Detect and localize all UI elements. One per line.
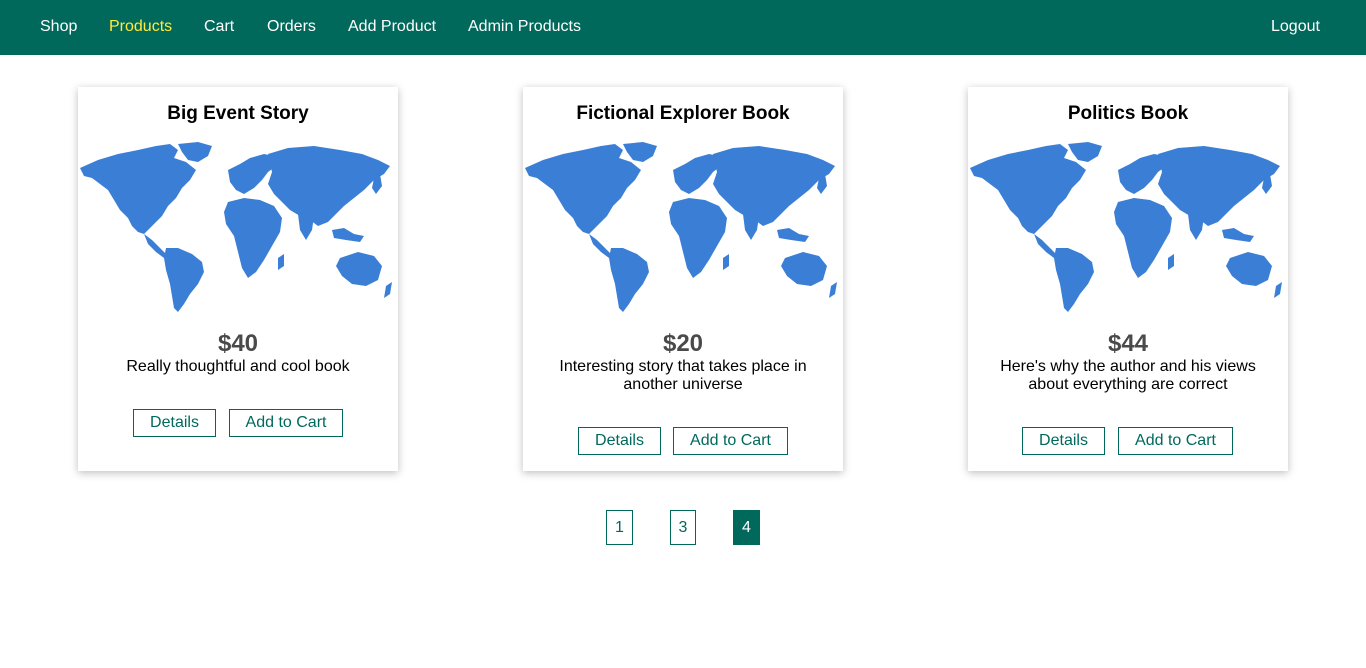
nav-cart[interactable]: Cart: [204, 18, 234, 36]
product-description: Interesting story that takes place in an…: [559, 358, 807, 393]
product-card: Big Event Story $40 Really thoughtful an…: [78, 87, 398, 471]
add-to-cart-button[interactable]: Add to Cart: [1118, 427, 1233, 455]
nav-products[interactable]: Products: [109, 18, 172, 36]
page-button-1[interactable]: 1: [606, 510, 633, 545]
nav-logout[interactable]: Logout: [1271, 18, 1320, 36]
details-button[interactable]: Details: [578, 427, 661, 455]
nav-shop[interactable]: Shop: [40, 18, 77, 36]
product-title: Politics Book: [1067, 103, 1189, 124]
top-nav-bar: Shop Products Cart Orders Add Product Ad…: [0, 0, 1366, 55]
page-button-3[interactable]: 3: [670, 510, 696, 545]
product-price: $40: [217, 330, 259, 357]
product-price: $44: [1107, 330, 1149, 357]
product-card: Politics Book $44 Here's why the author …: [968, 87, 1288, 471]
world-map-icon: [80, 142, 392, 312]
details-button[interactable]: Details: [1022, 427, 1105, 455]
page-button-4[interactable]: 4: [733, 510, 760, 545]
details-button[interactable]: Details: [133, 409, 216, 437]
world-map-icon: [970, 142, 1282, 312]
product-price: $20: [662, 330, 704, 357]
nav-orders[interactable]: Orders: [267, 18, 316, 36]
product-title: Big Event Story: [167, 103, 309, 124]
add-to-cart-button[interactable]: Add to Cart: [673, 427, 788, 455]
product-description: Here's why the author and his views abou…: [1000, 358, 1256, 393]
world-map-icon: [525, 142, 837, 312]
product-description: Really thoughtful and cool book: [126, 358, 350, 375]
nav-admin-products[interactable]: Admin Products: [468, 18, 581, 36]
product-card: Fictional Explorer Book $20 Interesting …: [523, 87, 843, 471]
product-title: Fictional Explorer Book: [576, 103, 790, 124]
add-to-cart-button[interactable]: Add to Cart: [229, 409, 343, 437]
nav-add-product[interactable]: Add Product: [348, 18, 436, 36]
